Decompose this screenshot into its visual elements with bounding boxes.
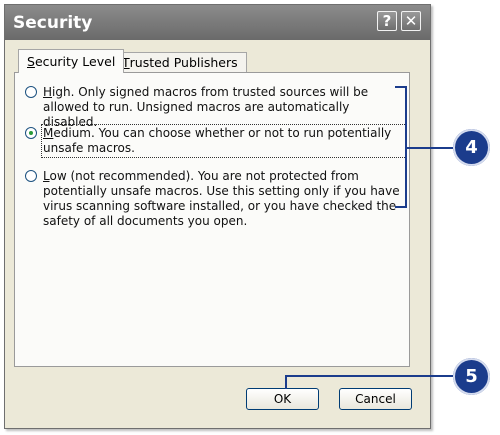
close-button[interactable]: ✕ <box>401 11 421 31</box>
option-high-label: High. Only signed macros from trusted so… <box>43 85 369 129</box>
tab-trusted-publishers[interactable]: Trusted Publishers <box>113 52 247 72</box>
tab-accelerator: S <box>27 54 35 69</box>
option-low-label: Low (not recommended). You are not prote… <box>43 169 400 228</box>
help-icon: ? <box>382 12 392 30</box>
help-button[interactable]: ? <box>377 11 397 31</box>
ok-button[interactable]: OK <box>246 388 319 410</box>
cancel-button[interactable]: Cancel <box>339 388 412 410</box>
option-medium-label: Medium. You can choose whether or not to… <box>41 124 407 158</box>
title-bar: Security ? ✕ <box>5 5 430 40</box>
tab-security-level[interactable]: Security Level <box>18 49 125 73</box>
close-icon: ✕ <box>404 12 418 30</box>
radio-high[interactable] <box>25 86 37 98</box>
step-4-badge: 4 <box>453 129 490 166</box>
tab-label: rusted Publishers <box>129 55 238 70</box>
tab-label: ecurity Level <box>34 54 116 69</box>
callout-line-5-vertical <box>285 375 287 389</box>
radio-medium[interactable] <box>25 127 37 139</box>
options-bracket <box>395 86 407 208</box>
radio-low[interactable] <box>25 170 37 182</box>
callout-line-5 <box>285 375 453 377</box>
callout-line-4 <box>407 147 453 149</box>
option-high[interactable]: High. Only signed macros from trusted so… <box>25 85 405 130</box>
security-level-panel: High. Only signed macros from trusted so… <box>14 72 410 367</box>
dialog-title: Security <box>13 12 93 33</box>
step-5-badge: 5 <box>453 358 490 395</box>
option-medium[interactable]: Medium. You can choose whether or not to… <box>25 124 407 158</box>
option-low[interactable]: Low (not recommended). You are not prote… <box>25 169 405 229</box>
